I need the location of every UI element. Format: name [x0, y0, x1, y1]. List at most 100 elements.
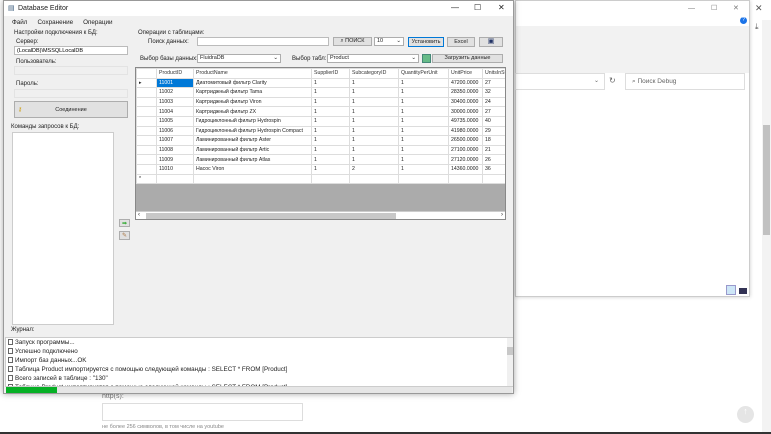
table-cell[interactable]: 1 [349, 77, 399, 89]
clear-command-button[interactable]: ✎ [119, 231, 130, 240]
table-cell[interactable]: 27 [482, 77, 505, 89]
row-header[interactable] [136, 135, 157, 146]
table-cell[interactable]: 1 [349, 96, 399, 108]
table-cell[interactable]: 26 [482, 154, 505, 165]
table-cell[interactable]: 49735.0000 [448, 115, 483, 127]
connect-button[interactable]: ⚷ Соединение [14, 101, 128, 118]
table-cell[interactable]: 28350.0000 [448, 87, 483, 98]
set-button[interactable]: Установить [408, 37, 444, 47]
menu-operations[interactable]: Операции [83, 19, 112, 26]
table-cell[interactable]: Насос Viron [193, 163, 312, 175]
table-cell[interactable]: 1 [311, 163, 350, 175]
minimize-icon[interactable]: — [451, 3, 459, 12]
column-header[interactable]: QuantityPerUnit [398, 68, 449, 79]
table-cell[interactable]: 1 [311, 144, 350, 156]
table-cell[interactable]: 27100.0000 [448, 144, 483, 156]
download-icon[interactable]: ⤓ [755, 22, 759, 32]
log-checkbox[interactable] [8, 339, 13, 345]
table-cell[interactable]: 1 [349, 144, 399, 156]
table-row[interactable]: 11007 Ламинированный фильтр Aster 1 1 1 26500… [136, 135, 505, 146]
table-cell[interactable]: 1 [311, 87, 350, 98]
column-header[interactable]: UnitPrice [448, 68, 483, 79]
table-cell[interactable]: 2 [349, 163, 399, 175]
table-row[interactable]: 11008 Ламинированный фильтр Artic 1 1 1 27100… [136, 144, 505, 156]
column-header[interactable]: ProductID [156, 68, 194, 79]
grid-horizontal-scrollbar[interactable]: ‹ › [136, 211, 505, 219]
table-cell[interactable]: 11006 [156, 125, 194, 137]
table-cell[interactable]: Гидроциклонный фильтр Hydrospin [193, 115, 312, 127]
row-header[interactable] [136, 154, 157, 165]
table-cell[interactable]: 1 [398, 77, 449, 89]
table-cell[interactable]: 41980.0000 [448, 125, 483, 137]
table-cell[interactable]: 1 [398, 144, 449, 156]
refresh-icon[interactable]: ↻ [609, 76, 616, 85]
table-row[interactable]: 11010 Насос Viron 1 2 1 14360.0000 36 [136, 163, 505, 175]
row-header[interactable]: ▸ [136, 77, 157, 89]
save-button[interactable]: ▣ [479, 37, 503, 47]
count-select[interactable]: 10 ⌄ [374, 37, 404, 46]
close-icon[interactable]: ✕ [755, 3, 763, 14]
maximize-icon[interactable]: ☐ [474, 3, 481, 12]
table-cell[interactable]: 40 [482, 115, 505, 127]
password-input[interactable] [14, 89, 128, 98]
menu-save[interactable]: Сохранение [37, 19, 73, 26]
table-cell[interactable]: 11010 [156, 163, 194, 175]
column-header[interactable]: UnitsInSt [482, 68, 505, 79]
row-header[interactable] [136, 106, 157, 117]
user-input[interactable] [14, 66, 128, 75]
table-cell[interactable]: 11005 [156, 115, 194, 127]
table-cell[interactable]: 47200.0000 [448, 77, 483, 89]
table-cell[interactable]: 1 [349, 154, 399, 165]
column-header[interactable]: ProductName [193, 68, 312, 79]
table-cell[interactable]: 11003 [156, 96, 194, 108]
table-cell[interactable]: 32 [482, 87, 505, 98]
table-cell[interactable]: 24 [482, 96, 505, 108]
table-cell[interactable]: 1 [349, 125, 399, 137]
excel-button[interactable]: Excel [447, 37, 475, 47]
table-row[interactable]: 11006 Гидроциклонный фильтр Hydrospin Com… [136, 125, 505, 137]
row-header[interactable] [136, 125, 157, 137]
row-header[interactable] [136, 115, 157, 127]
table-cell[interactable]: 29 [482, 125, 505, 137]
table-cell[interactable]: Ламинированный фильтр Atlas [193, 154, 312, 165]
table-cell[interactable]: 1 [349, 115, 399, 127]
table-cell[interactable]: 11001 [156, 77, 194, 89]
table-cell[interactable]: 26500.0000 [448, 135, 483, 146]
table-cell[interactable]: 11004 [156, 106, 194, 117]
column-header[interactable]: SupplierID [311, 68, 350, 79]
search-button[interactable]: ⌕ ПОИСК [333, 37, 372, 46]
table-cell[interactable]: 1 [349, 87, 399, 98]
row-header[interactable] [136, 144, 157, 156]
background-scrollbar[interactable] [762, 20, 771, 434]
close-icon[interactable]: ✕ [498, 3, 505, 12]
table-cell[interactable]: 1 [349, 135, 399, 146]
table-cell[interactable]: Картриджный фильтр Viron [193, 96, 312, 108]
table-row[interactable]: 11009 Ламинированный фильтр Atlas 1 1 1 27120… [136, 154, 505, 165]
details-view-icon[interactable] [726, 285, 736, 295]
table-cell[interactable]: Картриджный фильтр ZX [193, 106, 312, 117]
background-search-input[interactable]: ⌕ Поиск Debug [625, 73, 745, 90]
table-cell[interactable]: 1 [349, 106, 399, 117]
scroll-top-button[interactable]: ↑ [737, 406, 754, 423]
help-icon[interactable]: ? [740, 17, 747, 24]
table-cell[interactable]: 1 [398, 96, 449, 108]
log-checkbox[interactable] [8, 357, 13, 363]
table-cell[interactable]: 1 [311, 96, 350, 108]
table-cell[interactable]: 27120.0000 [448, 154, 483, 165]
table-cell[interactable]: 1 [398, 87, 449, 98]
preview-view-icon[interactable] [739, 288, 747, 294]
table-cell[interactable]: 11002 [156, 87, 194, 98]
table-cell[interactable]: 1 [311, 115, 350, 127]
table-cell[interactable]: 1 [311, 154, 350, 165]
table-cell[interactable]: Гидроциклонный фильтр Hydrospin Compact [193, 125, 312, 137]
table-cell[interactable]: Ламинированный фильтр Aster [193, 135, 312, 146]
menu-file[interactable]: Файл [12, 19, 27, 26]
table-cell[interactable]: 21 [482, 144, 505, 156]
table-cell[interactable]: 1 [311, 106, 350, 117]
server-input[interactable] [14, 46, 128, 55]
log-checkbox[interactable] [8, 366, 13, 372]
load-data-button[interactable]: Загрузить данные [432, 54, 503, 63]
table-cell[interactable]: 14360.0000 [448, 163, 483, 175]
table-cell[interactable]: Диатомитовый фильтр Clarity [193, 77, 312, 89]
table-cell[interactable]: 1 [398, 125, 449, 137]
